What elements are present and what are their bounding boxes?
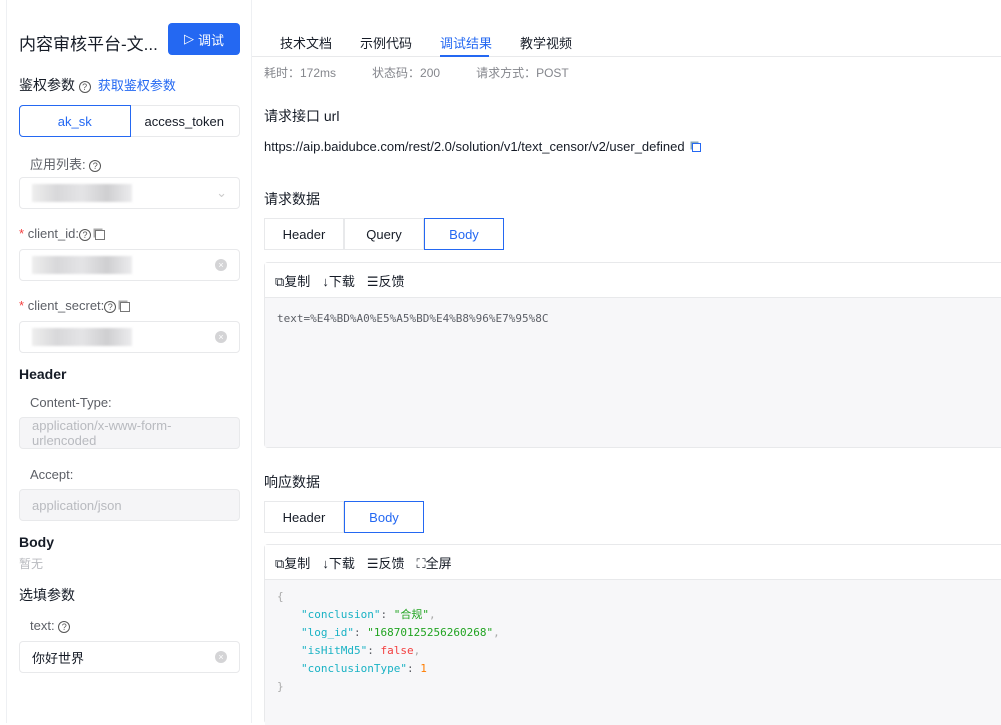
response-toolbar: ⧉复制 ↓下载 ☰反馈 ⛶全屏 [265, 545, 1001, 580]
text-input[interactable]: 你好世界 × [19, 641, 240, 673]
response-meta: 耗时：172ms 状态码：200 请求方式：POST [264, 65, 605, 81]
content-type-label: Content-Type: [30, 395, 112, 410]
app-list-select[interactable]: ⌄ [19, 177, 240, 209]
request-tabs: Header Query Body [264, 218, 504, 250]
body-heading: Body [19, 534, 54, 550]
url-heading: 请求接口 url [264, 108, 340, 124]
app-list-label: 应用列表: ? [30, 154, 102, 173]
main-tabs: 技术文档 示例代码 调试结果 教学视频 [252, 0, 1001, 57]
json-open-brace: { [277, 590, 284, 603]
help-icon[interactable]: ? [78, 80, 91, 93]
tab-tech-docs[interactable]: 技术文档 [280, 33, 332, 52]
redacted-value [32, 328, 132, 346]
request-toolbar: ⧉复制 ↓下载 ☰反馈 [265, 263, 1001, 298]
get-auth-link[interactable]: 获取鉴权参数 [98, 78, 176, 93]
accept-input[interactable]: application/json [19, 489, 240, 521]
request-body-text: text=%E4%BD%A0%E5%A5%BD%E4%B8%96%E7%95%8… [265, 298, 1001, 447]
body-empty-text: 暂无 [19, 557, 44, 571]
tab-sample-code[interactable]: 示例代码 [360, 33, 412, 52]
chevron-down-icon: ⌄ [216, 185, 227, 200]
clear-icon[interactable]: × [215, 331, 227, 343]
json-close-brace: } [277, 680, 284, 693]
auth-mode-tabs: ak_sk access_token [19, 105, 240, 137]
help-icon[interactable]: ? [89, 159, 102, 172]
client-id-input[interactable]: × [19, 249, 240, 281]
response-tabs: Header Body [264, 501, 424, 533]
tab-access-token[interactable]: access_token [130, 106, 240, 136]
download-button[interactable]: ↓下载 [322, 271, 355, 290]
copy-icon[interactable] [691, 143, 701, 153]
redacted-value [32, 256, 132, 274]
help-icon[interactable]: ? [58, 620, 71, 633]
redacted-value [32, 184, 132, 202]
request-heading: 请求数据 [264, 191, 320, 207]
api-title: 内容审核平台-文... [19, 35, 158, 54]
copy-button[interactable]: ⧉复制 [275, 271, 310, 290]
feedback-button[interactable]: ☰反馈 [367, 553, 405, 572]
response-json: { "conclusion": "合规", "log_id": "1687012… [265, 580, 1001, 725]
copy-icon[interactable] [94, 229, 105, 240]
client-secret-input[interactable]: × [19, 321, 240, 353]
request-body-panel: ⧉复制 ↓下载 ☰反馈 text=%E4%BD%A0%E5%A5%BD%E4%B… [264, 262, 1001, 448]
response-tab-header[interactable]: Header [264, 501, 344, 533]
elapsed-time: 耗时：172ms [264, 66, 337, 80]
accept-label: Accept: [30, 467, 74, 482]
copy-icon[interactable] [119, 301, 130, 312]
json-line: "log_id": "16870125256260268", [301, 626, 500, 639]
text-label: text: ? [30, 618, 71, 633]
status-code: 状态码：200 [372, 66, 441, 80]
fullscreen-button[interactable]: ⛶全屏 [417, 553, 452, 572]
clear-icon[interactable]: × [215, 651, 227, 663]
request-tab-query[interactable]: Query [344, 218, 424, 250]
help-icon[interactable]: ? [104, 300, 117, 313]
play-icon: ▷ [183, 31, 194, 46]
copy-button[interactable]: ⧉复制 [275, 553, 310, 572]
help-icon[interactable]: ? [79, 228, 91, 241]
feedback-button[interactable]: ☰反馈 [367, 271, 405, 290]
response-body-panel: ⧉复制 ↓下载 ☰反馈 ⛶全屏 { "conclusion": "合规", "l… [264, 544, 1001, 725]
json-line: "conclusion": "合规", [301, 608, 436, 621]
json-line: "isHitMd5": false, [301, 644, 421, 657]
request-url: https://aip.baidubce.com/rest/2.0/soluti… [264, 139, 701, 154]
header-heading: Header [19, 366, 67, 382]
response-tab-body[interactable]: Body [344, 501, 424, 533]
debug-run-button[interactable]: ▷ 调试 [168, 23, 240, 55]
json-line: "conclusionType": 1 [301, 662, 427, 675]
tab-tutorial-video[interactable]: 教学视频 [520, 33, 572, 52]
active-tab-indicator [440, 55, 489, 57]
client-id-label: * client_id:? [19, 226, 105, 241]
request-tab-header[interactable]: Header [264, 218, 344, 250]
tab-ak-sk[interactable]: ak_sk [19, 105, 131, 137]
response-heading: 响应数据 [264, 474, 320, 490]
request-method: 请求方式：POST [476, 66, 569, 80]
client-secret-label: * client_secret:? [19, 298, 130, 313]
tab-debug-result[interactable]: 调试结果 [440, 33, 492, 52]
optional-heading: 选填参数 [19, 587, 75, 603]
content-type-input[interactable]: application/x-www-form-urlencoded [19, 417, 240, 449]
auth-heading: 鉴权参数 ? 获取鉴权参数 [19, 77, 176, 93]
clear-icon[interactable]: × [215, 259, 227, 271]
download-button[interactable]: ↓下载 [322, 553, 355, 572]
request-tab-body[interactable]: Body [424, 218, 504, 250]
